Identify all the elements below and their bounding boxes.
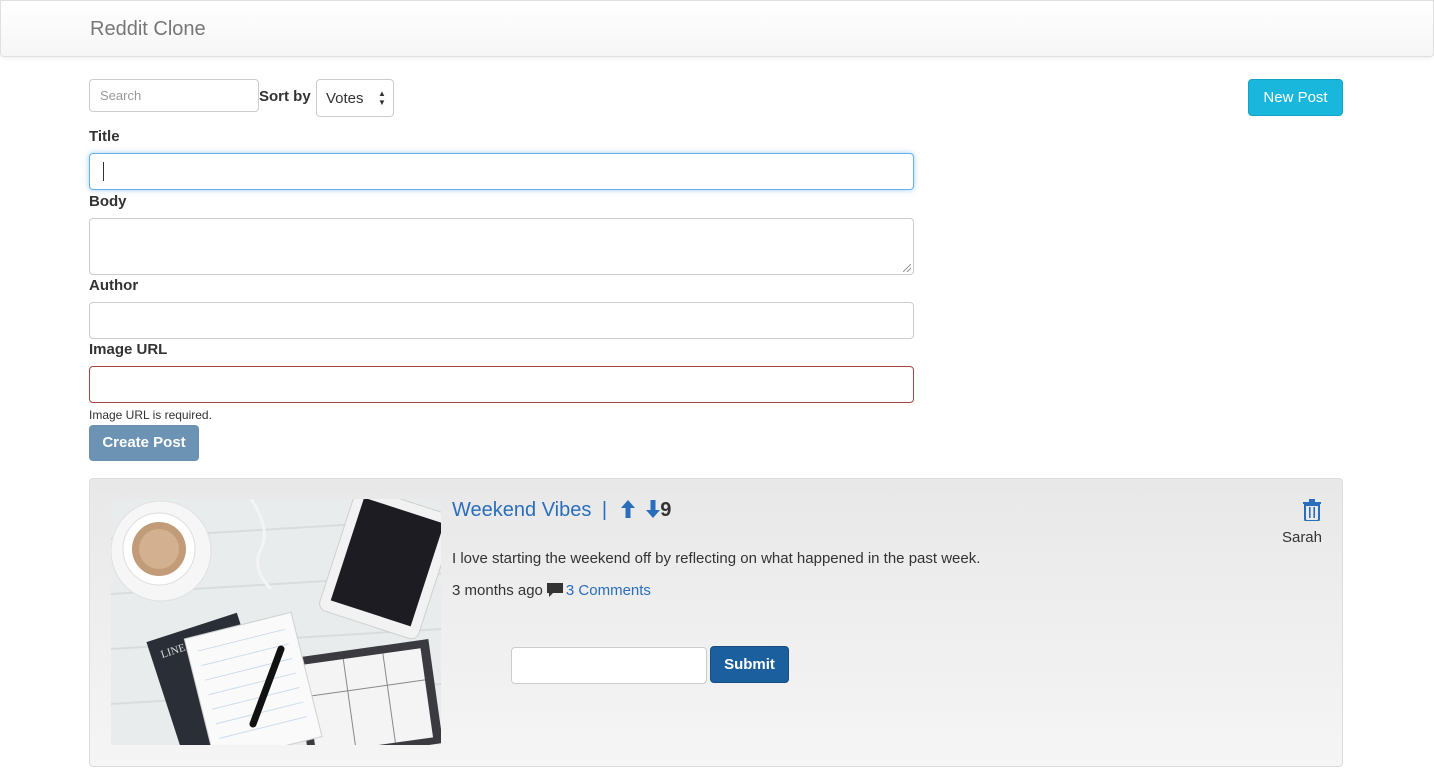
author-input[interactable] [89,302,914,339]
author-label: Author [89,277,139,294]
sort-label: Sort by [259,88,311,105]
new-post-button[interactable]: New Post [1248,79,1343,116]
resize-handle-icon[interactable] [903,264,911,272]
image-url-error: Image URL is required. [89,408,212,422]
post-card: LINE O Weekend Vibes | 9 I love starting… [89,478,1343,767]
brand-link[interactable]: Reddit Clone [90,18,206,41]
post-body: I love starting the weekend off by refle… [452,550,981,567]
post-title-row: Weekend Vibes | 9 [452,499,671,525]
sort-select[interactable]: Votes ▲ ▼ [316,79,394,117]
comment-input[interactable] [511,647,707,684]
create-post-button[interactable]: Create Post [89,425,199,461]
comments-link[interactable]: 3 Comments [566,582,651,599]
post-time: 3 months ago [452,582,543,599]
post-author: Sarah [1281,529,1322,546]
post-title-link[interactable]: Weekend Vibes [452,499,591,521]
title-label: Title [89,128,120,145]
trash-icon[interactable] [1302,499,1322,524]
comment-icon [546,583,563,601]
body-textarea[interactable] [89,218,914,275]
vote-count: 9 [660,499,672,521]
sort-selected-value: Votes [326,90,364,107]
post-image: LINE O [111,499,441,745]
submit-comment-button[interactable]: Submit [710,646,789,683]
search-input[interactable] [89,79,259,112]
title-input[interactable] [89,153,914,190]
body-label: Body [89,193,127,210]
title-separator: | [601,499,608,521]
select-arrows-icon: ▲ ▼ [378,89,386,107]
arrow-up-icon[interactable] [620,500,635,524]
post-meta: 3 months ago 3 Comments [452,582,651,601]
navbar: Reddit Clone [0,0,1434,57]
post-image-illustration: LINE O [111,499,441,745]
image-url-input[interactable] [89,366,914,403]
text-caret [103,162,104,181]
arrow-down-icon[interactable] [646,500,661,524]
image-url-label: Image URL [89,341,168,358]
